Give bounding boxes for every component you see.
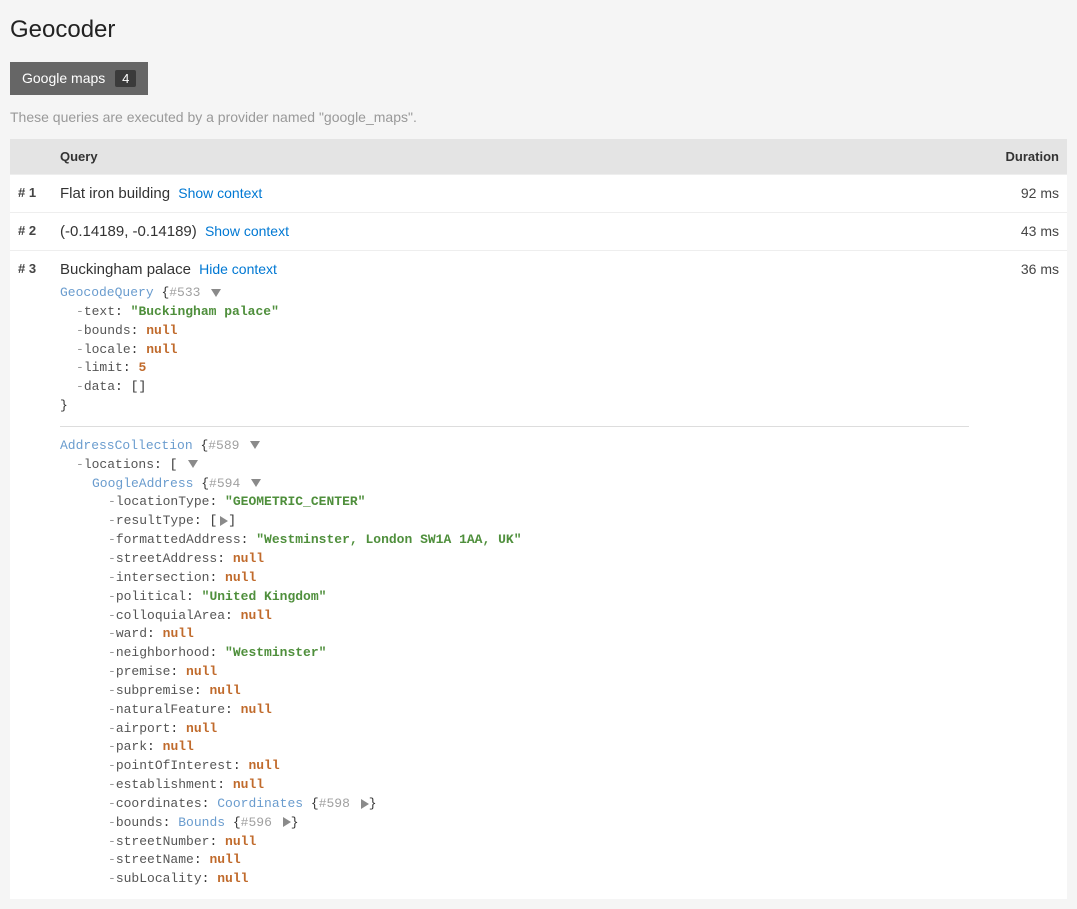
col-query: Query [52,139,977,175]
dump-val: null [146,323,177,338]
dump-field: -naturalFeature: null [60,701,969,720]
dump-field: -resultType: [] [60,512,969,531]
query-text: Flat iron building [60,185,170,202]
dump-class: GeocodeQuery [60,285,154,300]
dump-field: -streetNumber: null [60,833,969,852]
row-duration: 43 ms [977,213,1067,251]
table-row: # 3 Buckingham palace Hide context Geoco… [10,251,1067,900]
query-text: Buckingham palace [60,261,191,278]
table-row: # 2 (-0.14189, -0.14189) Show context 43… [10,213,1067,251]
dump-field: -bounds: Bounds {#596 } [60,814,969,833]
row-duration: 36 ms [977,251,1067,900]
page-title: Geocoder [10,16,1067,44]
dump-field: -premise: null [60,663,969,682]
hide-context-link[interactable]: Hide context [199,261,277,277]
dump-val: 5 [138,360,146,375]
show-context-link[interactable]: Show context [205,223,289,239]
dump-field: -pointOfInterest: null [60,757,969,776]
query-text: (-0.14189, -0.14189) [60,223,197,240]
helper-text: These queries are executed by a provider… [10,109,1067,125]
row-idx: # 3 [10,251,52,900]
dump-ref: #589 [208,438,239,453]
caret-down-icon[interactable] [250,441,260,449]
row-idx: # 2 [10,213,52,251]
dump-field: -streetAddress: null [60,550,969,569]
col-duration: Duration [977,139,1067,175]
dump-field: -locationType: "GEOMETRIC_CENTER" [60,493,969,512]
caret-right-icon[interactable] [361,799,369,809]
dump-val: "Buckingham palace" [131,304,279,319]
dump-field: -airport: null [60,720,969,739]
table-row: # 1 Flat iron building Show context 92 m… [10,175,1067,213]
dump-val: null [146,342,177,357]
row-duration: 92 ms [977,175,1067,213]
dump-field: -intersection: null [60,569,969,588]
dump-class: GoogleAddress [92,476,193,491]
show-context-link[interactable]: Show context [178,185,262,201]
caret-down-icon[interactable] [211,289,221,297]
dump-class: AddressCollection [60,438,193,453]
dump-field: -formattedAddress: "Westminster, London … [60,531,969,550]
dump-field: -establishment: null [60,776,969,795]
tab-google-maps[interactable]: Google maps 4 [10,62,148,95]
dump-ref: #594 [209,476,240,491]
dump-val: [] [131,379,147,394]
row-query: Buckingham palace Hide context GeocodeQu… [52,251,977,900]
dump-field: -political: "United Kingdom" [60,588,969,607]
dump-field: -ward: null [60,625,969,644]
row-query: (-0.14189, -0.14189) Show context [52,213,977,251]
col-idx [10,139,52,175]
dump-ref: #533 [169,285,200,300]
dump-field: -park: null [60,738,969,757]
dump-field: -neighborhood: "Westminster" [60,644,969,663]
dump-field: -streetName: null [60,851,969,870]
caret-down-icon[interactable] [188,460,198,468]
caret-down-icon[interactable] [251,479,261,487]
tab-badge: 4 [115,70,136,87]
tab-bar: Google maps 4 [10,62,1067,95]
dump-field: -subLocality: null [60,870,969,889]
dump-field: -coordinates: Coordinates {#598 } [60,795,969,814]
tab-label: Google maps [22,70,105,86]
dump-separator [60,426,969,427]
dump-block: GeocodeQuery {#533 -text: "Buckingham pa… [60,284,969,889]
dump-field: -subpremise: null [60,682,969,701]
queries-table: Query Duration # 1 Flat iron building Sh… [10,139,1067,899]
dump-key: locations [84,457,154,472]
caret-right-icon[interactable] [283,817,291,827]
row-query: Flat iron building Show context [52,175,977,213]
dump-field: -colloquialArea: null [60,607,969,626]
row-idx: # 1 [10,175,52,213]
